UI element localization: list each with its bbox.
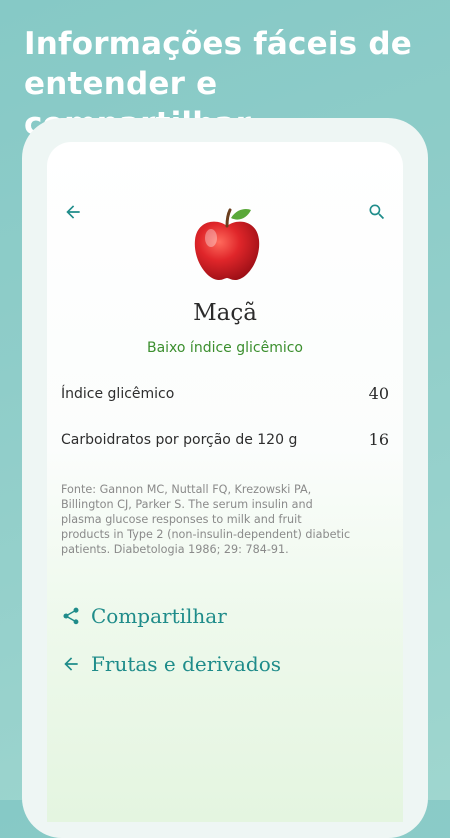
category-label: Frutas e derivados xyxy=(91,652,282,676)
arrow-back-icon xyxy=(64,657,78,671)
back-button[interactable] xyxy=(59,198,87,226)
detail-label: Carboidratos por porção de 120 g xyxy=(61,431,298,448)
search-button[interactable] xyxy=(363,198,391,226)
apple-icon xyxy=(194,208,260,280)
detail-row-carbs: Carboidratos por porção de 120 g 16 xyxy=(61,430,389,449)
detail-label: Índice glicêmico xyxy=(61,385,175,402)
detail-value: 40 xyxy=(368,384,389,403)
share-icon xyxy=(63,607,79,625)
share-label: Compartilhar xyxy=(91,604,227,628)
detail-row-gi: Índice glicêmico 40 xyxy=(61,384,389,403)
arrow-back-icon xyxy=(66,205,80,219)
share-button[interactable]: Compartilhar xyxy=(61,604,227,628)
category-link[interactable]: Frutas e derivados xyxy=(61,652,281,676)
detail-value: 16 xyxy=(368,430,389,449)
apple-image xyxy=(187,204,267,284)
food-name: Maçã xyxy=(193,300,257,326)
gi-category-label: Baixo índice glicêmico xyxy=(146,340,303,356)
search-icon xyxy=(369,204,385,220)
food-detail-screen: Maçã Baixo índice glicêmico Índice glicê… xyxy=(47,142,403,822)
source-citation: Fonte: Gannon MC, Nuttall FQ, Krezowski … xyxy=(61,483,351,556)
